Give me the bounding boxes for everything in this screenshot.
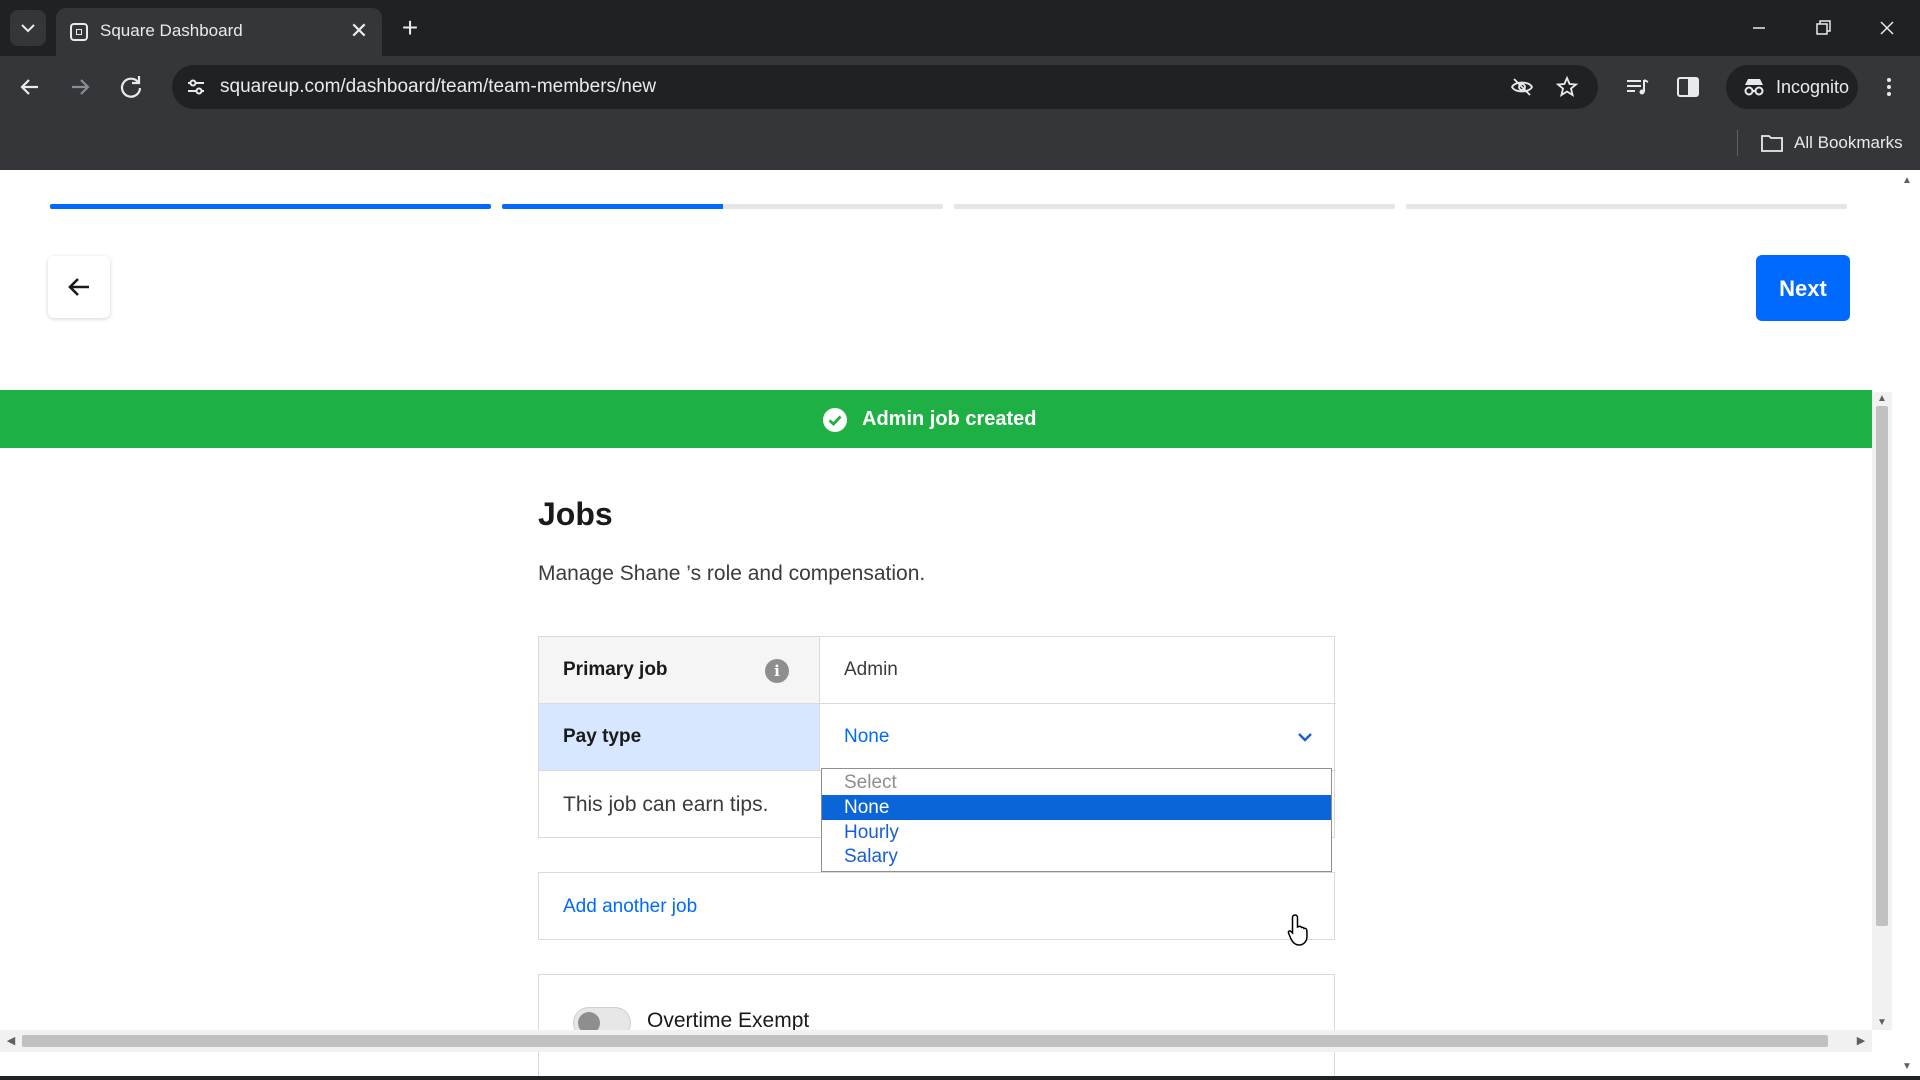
pay-type-label-cell: Pay type bbox=[539, 704, 820, 770]
pay-type-select[interactable]: None bbox=[820, 704, 1335, 770]
side-panel-icon[interactable] bbox=[1673, 72, 1703, 102]
progress-step-3 bbox=[954, 204, 1395, 209]
check-circle-icon bbox=[823, 408, 847, 432]
restore-icon bbox=[1816, 20, 1831, 35]
page-vertical-scrollbar[interactable]: ▲ ▼ bbox=[1894, 170, 1920, 1080]
reload-icon bbox=[120, 76, 142, 98]
primary-job-label: Primary job bbox=[563, 659, 668, 680]
primary-job-value: Admin bbox=[844, 659, 898, 680]
inner-scroll-thumb[interactable] bbox=[1876, 406, 1888, 926]
square-logo-icon bbox=[70, 23, 88, 41]
tips-cell: This job can earn tips. bbox=[539, 771, 820, 837]
incognito-icon bbox=[1744, 79, 1764, 96]
minimize-icon bbox=[1753, 27, 1765, 29]
arrow-left-icon bbox=[68, 278, 89, 296]
back-arrow-icon bbox=[20, 79, 38, 95]
toast-message: Admin job created bbox=[862, 408, 1037, 430]
dropdown-option-hourly[interactable]: Hourly bbox=[822, 820, 1331, 845]
window-bottom-edge bbox=[0, 1076, 1920, 1080]
overtime-card: Overtime Exempt bbox=[538, 974, 1335, 1080]
browser-menu-button[interactable] bbox=[1872, 70, 1906, 104]
scroll-left-icon[interactable]: ◀ bbox=[4, 1034, 18, 1048]
pay-type-value: None bbox=[844, 726, 890, 747]
progress-step-2 bbox=[502, 204, 943, 209]
success-toast: Admin job created bbox=[0, 390, 1872, 448]
media-controls-icon[interactable] bbox=[1622, 72, 1652, 102]
eye-off-icon[interactable] bbox=[1510, 75, 1534, 99]
progress-step-1 bbox=[50, 204, 491, 209]
forward-button[interactable] bbox=[63, 70, 97, 104]
restore-button[interactable] bbox=[1800, 10, 1846, 46]
close-window-button[interactable] bbox=[1864, 10, 1910, 46]
chevron-down-icon bbox=[1298, 733, 1312, 742]
address-bar[interactable]: squareup.com/dashboard/team/team-members… bbox=[172, 65, 1598, 109]
kebab-menu-icon bbox=[1887, 78, 1891, 96]
page-subtitle: Manage Shane ’s role and compensation. bbox=[538, 562, 926, 585]
page-viewport: Next Admin job created Jobs Manage Shane… bbox=[0, 170, 1920, 1080]
site-settings-icon[interactable] bbox=[184, 75, 208, 99]
progress-fill-2 bbox=[502, 204, 723, 209]
page-scroll-down-icon[interactable]: ▼ bbox=[1897, 1060, 1917, 1074]
scroll-up-icon[interactable]: ▲ bbox=[1872, 392, 1892, 406]
close-icon bbox=[1880, 21, 1894, 35]
tips-text: This job can earn tips. bbox=[563, 793, 769, 816]
forward-arrow-icon bbox=[72, 79, 90, 95]
tab-search-button[interactable] bbox=[10, 10, 46, 46]
minimize-button[interactable] bbox=[1736, 10, 1782, 46]
bookmarks-bar: All Bookmarks bbox=[0, 118, 1920, 170]
page-scroll-up-icon[interactable]: ▲ bbox=[1897, 174, 1917, 188]
bookmarks-separator bbox=[1737, 130, 1738, 156]
page-title: Jobs bbox=[538, 496, 613, 532]
back-button[interactable] bbox=[13, 70, 47, 104]
mouse-cursor-icon bbox=[1287, 914, 1308, 946]
tab-search-icon bbox=[21, 24, 35, 33]
scroll-right-icon[interactable]: ▶ bbox=[1854, 1034, 1868, 1048]
primary-job-value-cell[interactable]: Admin bbox=[820, 637, 1335, 703]
browser-toolbar: squareup.com/dashboard/team/team-members… bbox=[0, 56, 1920, 118]
dropdown-option-salary[interactable]: Salary bbox=[822, 844, 1331, 869]
tab-title: Square Dashboard bbox=[100, 21, 243, 40]
add-another-job-link[interactable]: Add another job bbox=[563, 896, 697, 918]
horizontal-scrollbar[interactable]: ◀ ▶ bbox=[0, 1030, 1872, 1052]
info-icon[interactable]: i bbox=[765, 659, 789, 683]
scroll-down-icon[interactable]: ▼ bbox=[1872, 1016, 1892, 1030]
browser-tab-bar: Square Dashboard ✕ + bbox=[0, 0, 1920, 56]
dropdown-option-none[interactable]: None bbox=[822, 795, 1331, 820]
pay-type-dropdown[interactable]: Select None Hourly Salary bbox=[821, 768, 1332, 872]
tab-square-dashboard[interactable]: Square Dashboard ✕ bbox=[56, 8, 382, 56]
back-page-button[interactable] bbox=[48, 256, 110, 318]
progress-fill-1 bbox=[50, 204, 491, 209]
dropdown-option-select[interactable]: Select bbox=[822, 770, 1331, 795]
url-text: squareup.com/dashboard/team/team-members… bbox=[220, 76, 657, 97]
all-bookmarks-label: All Bookmarks bbox=[1794, 133, 1903, 152]
star-icon[interactable] bbox=[1555, 75, 1579, 99]
incognito-label: Incognito bbox=[1776, 77, 1850, 97]
next-button[interactable]: Next bbox=[1756, 255, 1850, 321]
add-job-row: Add another job bbox=[538, 872, 1335, 940]
primary-job-label-cell: Primary job i bbox=[539, 637, 820, 703]
pay-type-label: Pay type bbox=[563, 726, 642, 747]
inner-vertical-scrollbar[interactable]: ▲ ▼ bbox=[1872, 392, 1892, 1030]
incognito-indicator[interactable]: Incognito bbox=[1726, 65, 1858, 109]
folder-icon bbox=[1761, 135, 1783, 152]
progress-step-4 bbox=[1406, 204, 1847, 209]
reload-button[interactable] bbox=[114, 70, 148, 104]
horizontal-scroll-thumb[interactable] bbox=[22, 1035, 1828, 1047]
new-tab-button[interactable]: + bbox=[393, 12, 427, 46]
tab-close-button[interactable]: ✕ bbox=[346, 18, 372, 44]
